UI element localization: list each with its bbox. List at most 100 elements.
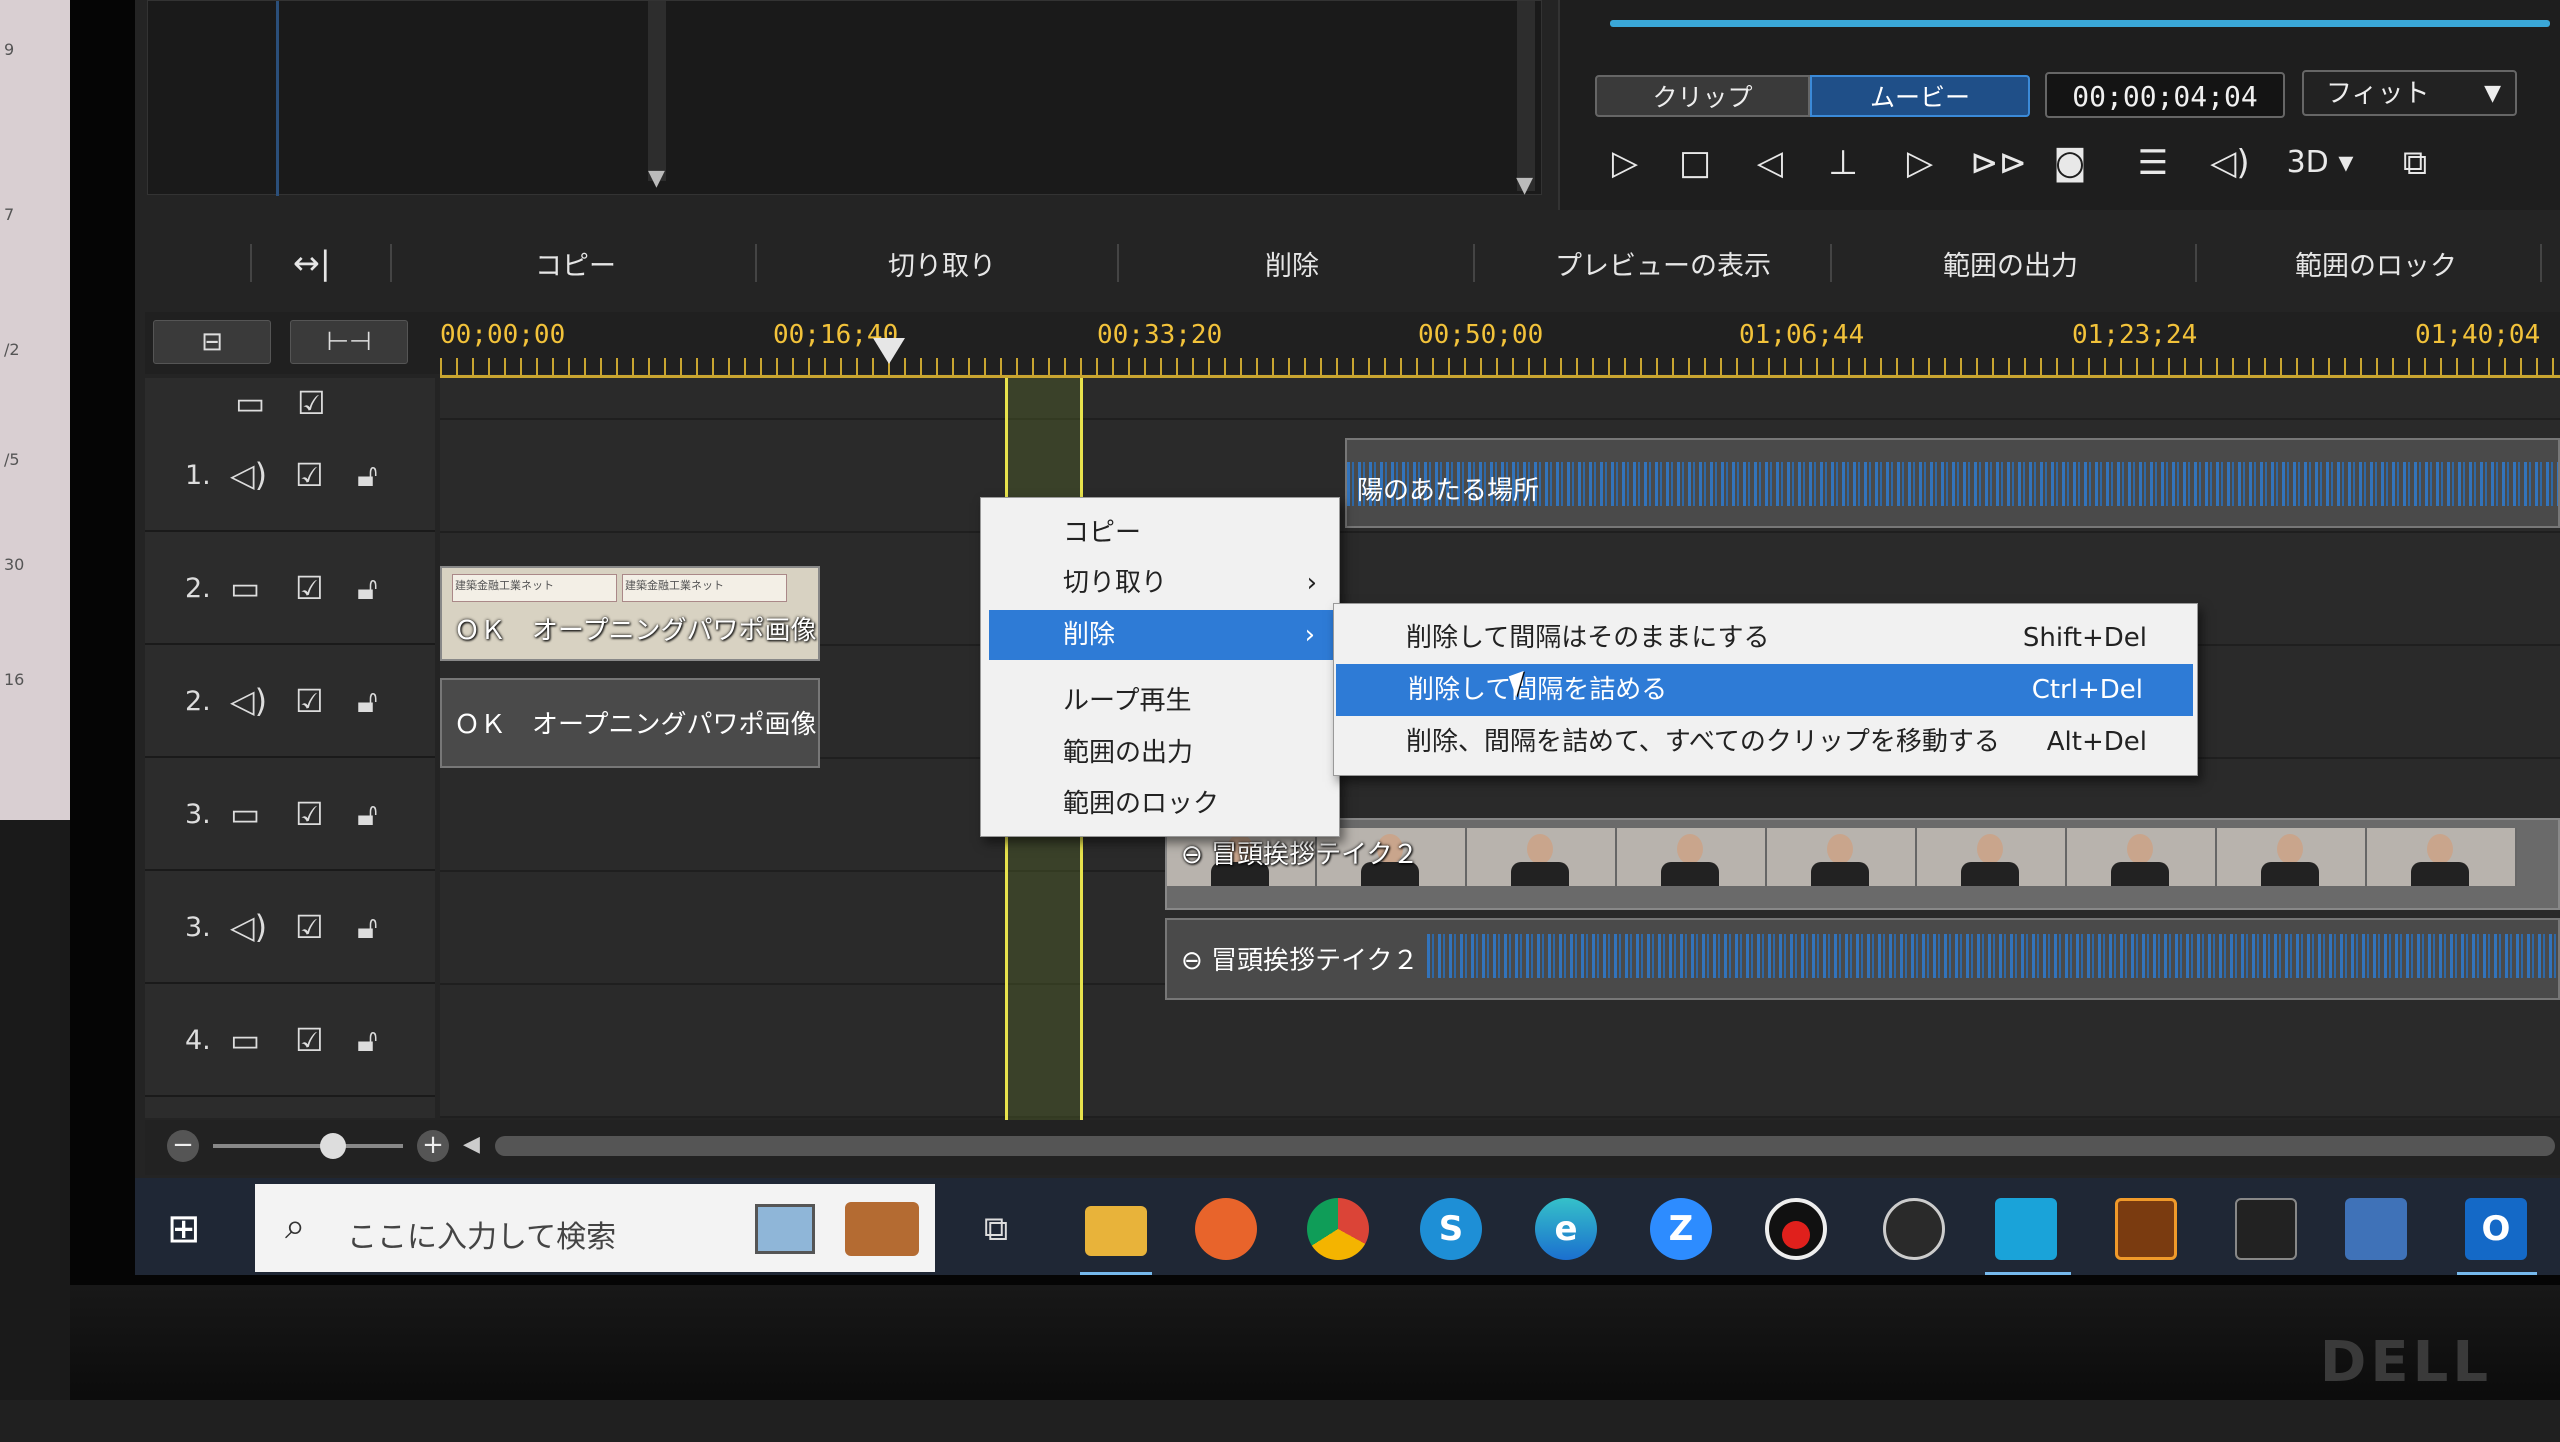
- clip-thumbnail: [1917, 828, 2067, 886]
- lock-icon[interactable]: 🔓︎: [357, 569, 378, 608]
- video-track-icon: ▭: [230, 1021, 261, 1059]
- zoom-out-icon[interactable]: −: [167, 1130, 199, 1162]
- track-enable-checkbox[interactable]: ☑: [295, 908, 324, 946]
- track-enable-checkbox[interactable]: ☑: [295, 1021, 324, 1059]
- cut-button[interactable]: 切り取り: [888, 244, 996, 283]
- submenu-item-delete-close-gap[interactable]: 削除して間隔を詰める Ctrl+Del: [1336, 664, 2193, 716]
- menu-item-cut[interactable]: 切り取り ›: [981, 558, 1339, 608]
- fit-timeline-icon[interactable]: ⊢⊣: [290, 320, 408, 364]
- scroll-down-icon[interactable]: ▼: [1516, 173, 1533, 198]
- range-fit-icon[interactable]: ↔|: [293, 244, 331, 282]
- lock-range-button[interactable]: 範囲のロック: [2295, 244, 2457, 283]
- snapshot-icon[interactable]: ◙: [2045, 138, 2095, 188]
- track-enable-checkbox[interactable]: ☑: [295, 795, 324, 833]
- screen-capture-icon[interactable]: [1995, 1198, 2057, 1260]
- file-explorer-icon[interactable]: [1085, 1206, 1147, 1256]
- lock-icon[interactable]: 🔓︎: [357, 908, 378, 947]
- audio-clip[interactable]: ⊖ 冒頭挨拶テイク２: [1165, 918, 2560, 1000]
- export-range-button[interactable]: 範囲の出力: [1943, 244, 2078, 283]
- skype-icon[interactable]: S: [1420, 1198, 1482, 1260]
- track-view-icon[interactable]: ▭: [235, 384, 265, 422]
- chrome-icon[interactable]: [1307, 1198, 1369, 1260]
- submenu-item-label: 削除、間隔を詰めて、すべてのクリップを移動する: [1406, 727, 2000, 757]
- zoom-in-icon[interactable]: +: [417, 1130, 449, 1162]
- video-editor-icon[interactable]: [2345, 1198, 2407, 1260]
- show-preview-button[interactable]: プレビューの表示: [1555, 244, 1771, 283]
- audio-clip[interactable]: ＯＫ オープニングパワポ画像: [440, 678, 820, 768]
- taskbar-search[interactable]: ⌕ ここに入力して検索: [255, 1184, 935, 1272]
- 3d-label: 3D: [2286, 145, 2329, 180]
- side-number: 16: [4, 670, 25, 689]
- zoom-app-icon[interactable]: Z: [1650, 1198, 1712, 1260]
- scroll-down-icon[interactable]: ▼: [648, 166, 665, 191]
- media-app-icon[interactable]: [2115, 1198, 2177, 1260]
- divider: [1473, 244, 1475, 282]
- split-icon[interactable]: ⊥: [1818, 138, 1868, 188]
- preview-progress-bar[interactable]: [1610, 20, 2550, 27]
- undock-icon[interactable]: ⧉: [2390, 138, 2440, 188]
- menu-item-copy[interactable]: コピー: [981, 508, 1339, 558]
- track-enable-checkbox[interactable]: ☑: [295, 569, 324, 607]
- track-number: 4.: [185, 1025, 211, 1056]
- photo-app-icon[interactable]: [2235, 1198, 2297, 1260]
- audio-clip[interactable]: 陽のあたる場所: [1345, 438, 2560, 528]
- windows-start-icon[interactable]: ⊞: [167, 1206, 201, 1252]
- divider: [250, 244, 252, 282]
- fast-forward-icon[interactable]: ⊳⊳: [1970, 138, 2027, 188]
- firefox-icon[interactable]: [1195, 1198, 1257, 1260]
- submenu-item-delete-keep-gap[interactable]: 削除して間隔はそのままにする Shift+Del: [1334, 612, 2197, 664]
- panel-divider: [276, 1, 279, 196]
- lock-icon[interactable]: 🔓︎: [357, 1021, 378, 1060]
- volume-icon[interactable]: ◁): [2205, 138, 2255, 188]
- menu-item-lock-range[interactable]: 範囲のロック: [981, 779, 1339, 829]
- menu-item-export-range[interactable]: 範囲の出力: [981, 728, 1339, 778]
- copy-button[interactable]: コピー: [535, 244, 616, 283]
- waveform: [1427, 934, 2558, 978]
- divider: [1117, 244, 1119, 282]
- menu-item-loop-play[interactable]: ループ再生: [981, 676, 1339, 726]
- clip-mode-button[interactable]: クリップ: [1595, 75, 1810, 117]
- enable-all-checkbox[interactable]: ☑: [297, 384, 326, 422]
- playhead-marker[interactable]: [873, 338, 905, 364]
- timecode-display[interactable]: 00;00;04;04: [2045, 72, 2285, 118]
- subtitle-icon[interactable]: ☰: [2128, 138, 2178, 188]
- record-app-icon[interactable]: [1765, 1198, 1827, 1260]
- prev-frame-icon[interactable]: ◁: [1745, 138, 1795, 188]
- scroll-left-icon[interactable]: ◀: [463, 1132, 480, 1157]
- menu-item-delete[interactable]: 削除 ›: [989, 610, 1337, 660]
- play-icon[interactable]: ▷: [1600, 138, 1650, 188]
- stop-icon[interactable]: □: [1670, 138, 1720, 188]
- fit-dropdown[interactable]: フィット ▼: [2302, 70, 2517, 116]
- lane: [440, 985, 2560, 1118]
- lock-icon[interactable]: 🔓︎: [357, 456, 378, 495]
- lock-icon[interactable]: 🔓︎: [357, 682, 378, 721]
- library-scrollbar[interactable]: [648, 1, 666, 181]
- obs-icon[interactable]: [1883, 1198, 1945, 1260]
- ruler-timecode: 00;00;00: [440, 320, 566, 350]
- timeline-scrollbar[interactable]: [495, 1136, 2555, 1156]
- zoom-slider-handle[interactable]: [320, 1133, 346, 1159]
- track-enable-checkbox[interactable]: ☑: [295, 456, 324, 494]
- video-clip[interactable]: 建築金融工業ネット 建築金融工業ネット ＯＫ オープニングパワポ画像: [440, 566, 820, 661]
- clip-thumbnail: [1467, 828, 1617, 886]
- panel-scrollbar[interactable]: [1517, 1, 1535, 191]
- delete-button[interactable]: 削除: [1265, 244, 1319, 283]
- video-clip[interactable]: ⊖ 冒頭挨拶テイク２: [1165, 818, 2560, 910]
- movie-mode-button[interactable]: ムービー: [1810, 75, 2030, 117]
- submenu-item-delete-ripple-all[interactable]: 削除、間隔を詰めて、すべてのクリップを移動する Alt+Del: [1334, 716, 2197, 768]
- background-window-strip: 9 7 /2 /5 30 16: [0, 0, 70, 820]
- clip-title-text: 冒頭挨拶テイク２: [1211, 946, 1419, 976]
- edge-icon[interactable]: e: [1535, 1198, 1597, 1260]
- 3d-mode-button[interactable]: 3D ▾: [2275, 138, 2365, 188]
- ruler-ticks[interactable]: [440, 358, 2560, 378]
- task-view-icon[interactable]: ⧉: [965, 1198, 1027, 1260]
- next-frame-icon[interactable]: ▷: [1895, 138, 1945, 188]
- outlook-icon[interactable]: O: [2465, 1198, 2527, 1260]
- lock-icon[interactable]: 🔓︎: [357, 795, 378, 834]
- zoom-slider[interactable]: [213, 1144, 403, 1148]
- track-manager-icon[interactable]: ⊟: [153, 320, 271, 364]
- library-panel: ▼ ▼: [147, 0, 1542, 198]
- active-app-indicator: [1985, 1272, 2071, 1275]
- clip-thumbnail: [2367, 828, 2517, 886]
- track-enable-checkbox[interactable]: ☑: [295, 682, 324, 720]
